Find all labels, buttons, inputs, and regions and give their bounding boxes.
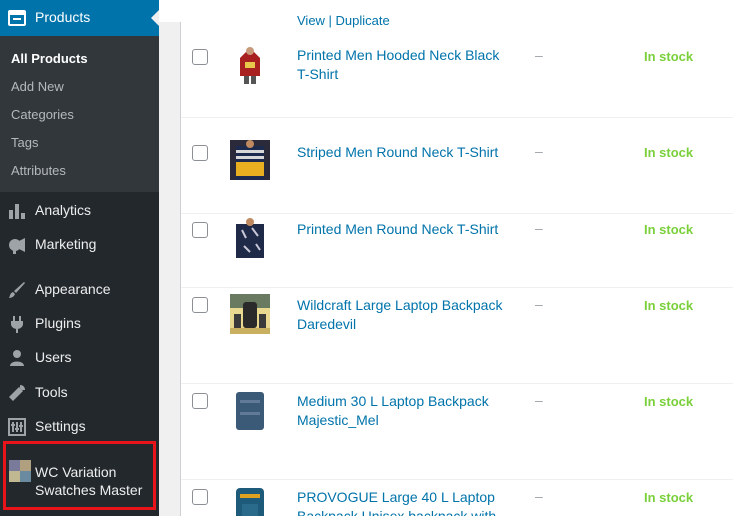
products-submenu: All Products Add New Categories Tags Att…	[0, 36, 159, 192]
product-name-line1: PROVOGUE Large 40 L Laptop	[297, 489, 495, 505]
top-bar	[159, 0, 733, 22]
menu-plugins-label: Plugins	[35, 315, 81, 331]
menu-appearance[interactable]: Appearance	[0, 272, 159, 306]
product-name-link[interactable]: Printed Men Hooded Neck Black T-Shirt	[297, 46, 517, 84]
row-checkbox[interactable]	[192, 145, 208, 161]
product-thumbnail[interactable]	[230, 294, 270, 334]
menu-settings[interactable]: Settings	[0, 409, 159, 443]
main-content: View | Duplicate Printed Men Hooded Neck…	[159, 0, 733, 516]
laptop-backpack-image	[230, 390, 270, 430]
menu-analytics[interactable]: Analytics	[0, 193, 159, 227]
price-cell: –	[535, 392, 543, 408]
product-name-line1: Striped Men Round Neck T-Shirt	[297, 144, 499, 160]
provogue-backpack-image	[230, 486, 270, 516]
row-checkbox[interactable]	[192, 393, 208, 409]
wcv-label-line1: WC Variation	[35, 464, 117, 480]
hoodie-image	[230, 44, 270, 84]
product-name-link[interactable]: Wildcraft Large Laptop Backpack Daredevi…	[297, 296, 517, 334]
product-thumbnail[interactable]	[230, 486, 270, 516]
printed-tshirt-image	[230, 218, 270, 258]
menu-users-label: Users	[35, 349, 72, 365]
stock-status: In stock	[644, 145, 694, 160]
product-name-line1: Wildcraft Large Laptop Backpack	[297, 297, 503, 313]
product-thumbnail[interactable]	[230, 140, 270, 180]
product-thumbnail[interactable]	[230, 218, 270, 258]
menu-marketing[interactable]: Marketing	[0, 227, 159, 261]
settings-icon	[8, 418, 26, 436]
submenu-tags[interactable]: Tags	[11, 135, 38, 150]
current-menu-arrow	[151, 10, 159, 26]
table-row: Printed Men Hooded Neck Black T-Shirt – …	[181, 22, 733, 118]
table-row: Wildcraft Large Laptop Backpack Daredevi…	[181, 288, 733, 384]
product-name-link[interactable]: Striped Men Round Neck T-Shirt	[297, 143, 517, 162]
submenu-categories[interactable]: Categories	[11, 107, 74, 122]
menu-marketing-label: Marketing	[35, 236, 97, 252]
table-row: Medium 30 L Laptop Backpack Majestic_Mel…	[181, 384, 733, 480]
menu-analytics-label: Analytics	[35, 202, 92, 218]
user-icon	[10, 350, 24, 366]
menu-users[interactable]: Users	[0, 340, 159, 374]
stock-status: In stock	[644, 490, 694, 505]
menu-appearance-label: Appearance	[35, 281, 111, 297]
stock-status: In stock	[644, 394, 694, 409]
price-cell: –	[535, 488, 543, 504]
product-name-line1: Medium 30 L Laptop Backpack	[297, 393, 489, 409]
product-name-line2: Backpack Unisex backpack with	[297, 508, 497, 516]
submenu-add-new[interactable]: Add New	[11, 79, 64, 94]
product-name-line2: Daredevil	[297, 316, 357, 332]
product-name-link[interactable]: Printed Men Round Neck T-Shirt	[297, 220, 517, 239]
products-table: View | Duplicate Printed Men Hooded Neck…	[180, 13, 733, 516]
swatches-icon	[9, 460, 31, 482]
menu-plugins[interactable]: Plugins	[0, 306, 159, 340]
wrench-icon	[9, 385, 25, 401]
product-thumbnail[interactable]	[230, 44, 270, 84]
price-cell: –	[535, 47, 543, 63]
stock-status: In stock	[644, 298, 694, 313]
backpack-image	[230, 294, 270, 334]
product-name-line2: Majestic_Mel	[297, 412, 379, 428]
admin-sidebar: Products All Products Add New Categories…	[0, 0, 159, 516]
table-row: Striped Men Round Neck T-Shirt – In stoc…	[181, 118, 733, 214]
analytics-icon	[9, 204, 25, 219]
row-checkbox[interactable]	[192, 222, 208, 238]
products-icon	[8, 10, 26, 26]
stock-status: In stock	[644, 222, 694, 237]
row-checkbox[interactable]	[192, 49, 208, 65]
striped-tshirt-image	[230, 140, 270, 180]
price-cell: –	[535, 296, 543, 312]
submenu-attributes[interactable]: Attributes	[11, 163, 66, 178]
table-row: PROVOGUE Large 40 L Laptop Backpack Unis…	[181, 480, 733, 516]
wcv-label-line2: Swatches Master	[35, 482, 143, 498]
price-cell: –	[535, 220, 543, 236]
price-cell: –	[535, 143, 543, 159]
menu-tools-label: Tools	[35, 384, 68, 400]
product-name-link[interactable]: Medium 30 L Laptop Backpack Majestic_Mel	[297, 392, 517, 430]
product-name-line2: T-Shirt	[297, 66, 339, 82]
menu-wc-variation-label: WC Variation Swatches Master	[35, 463, 142, 499]
menu-products-label: Products	[35, 9, 91, 25]
product-name-line1: Printed Men Round Neck T-Shirt	[297, 221, 499, 237]
product-thumbnail[interactable]	[230, 390, 270, 430]
stock-status: In stock	[644, 49, 694, 64]
menu-tools[interactable]: Tools	[0, 375, 159, 409]
plug-icon	[11, 316, 23, 333]
table-row: Printed Men Round Neck T-Shirt – In stoc…	[181, 214, 733, 288]
menu-settings-label: Settings	[35, 418, 86, 434]
megaphone-icon	[9, 238, 25, 254]
product-name-link[interactable]: PROVOGUE Large 40 L Laptop Backpack Unis…	[297, 488, 517, 516]
row-checkbox[interactable]	[192, 297, 208, 313]
product-name-line1: Printed Men Hooded Neck Black	[297, 47, 500, 63]
menu-products[interactable]: Products	[0, 0, 159, 36]
brush-icon	[9, 282, 25, 298]
row-checkbox[interactable]	[192, 489, 208, 505]
submenu-all-products[interactable]: All Products	[11, 51, 88, 66]
menu-wc-variation-swatches[interactable]: WC Variation Swatches Master	[3, 441, 156, 510]
